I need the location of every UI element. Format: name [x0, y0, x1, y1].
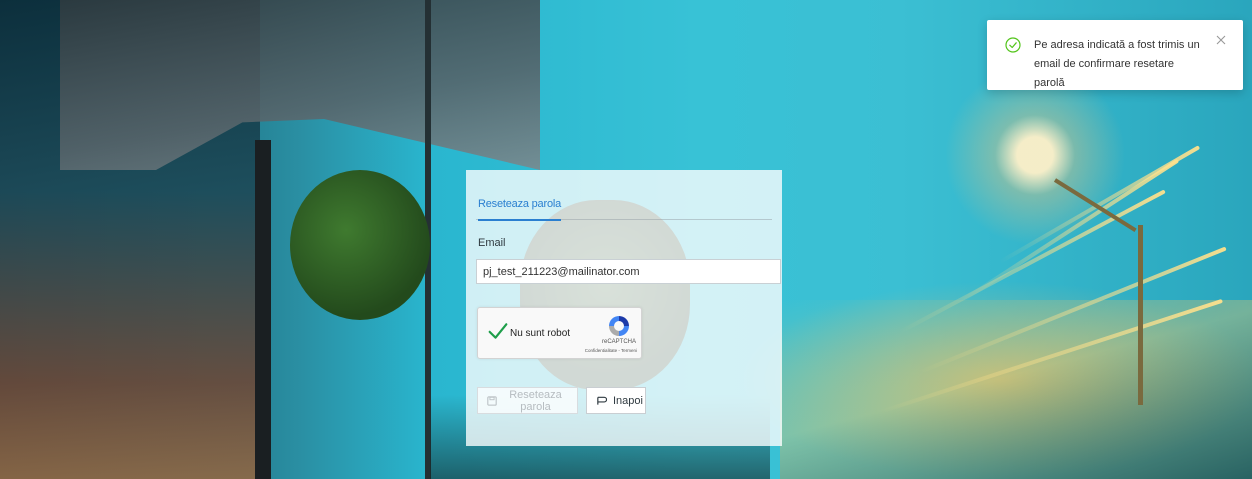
reset-password-button[interactable]: Reseteaza parola [477, 387, 578, 414]
recaptcha-brand: reCAPTCHA [601, 339, 636, 345]
tab-bar: Reseteaza parola [476, 192, 772, 221]
back-arrow-icon [597, 396, 607, 405]
back-button[interactable]: Inapoi [586, 387, 646, 414]
light-trails [780, 300, 1252, 479]
recaptcha-logo-icon [609, 316, 629, 336]
recaptcha-widget: Nu sunt robot reCAPTCHA Confidentialitat… [477, 307, 642, 359]
close-icon[interactable] [1215, 34, 1227, 46]
recaptcha-label: Nu sunt robot [510, 328, 571, 339]
tab-reset-password[interactable]: Reseteaza parola [478, 198, 561, 221]
save-icon [487, 395, 497, 406]
tree [290, 170, 430, 320]
reset-password-button-label: Reseteaza parola [509, 388, 562, 413]
success-notification: Pe adresa indicată a fost trimis un emai… [987, 20, 1243, 90]
shelter-pillar [255, 140, 271, 479]
checkmark-icon[interactable] [488, 321, 508, 341]
bus-shelter-roof [60, 0, 540, 170]
recaptcha-links[interactable]: Confidentialitate - Termeni [585, 348, 637, 353]
notification-message: Pe adresa indicată a fost trimis un emai… [1034, 39, 1200, 89]
back-button-label: Inapoi [613, 394, 643, 407]
email-field[interactable] [476, 259, 781, 284]
email-label: Email [478, 237, 506, 249]
street-lamp-pole [1138, 225, 1143, 405]
reset-password-card: Reseteaza parola Email Nu sunt robot reC… [466, 170, 782, 446]
check-circle-icon [1005, 37, 1021, 53]
